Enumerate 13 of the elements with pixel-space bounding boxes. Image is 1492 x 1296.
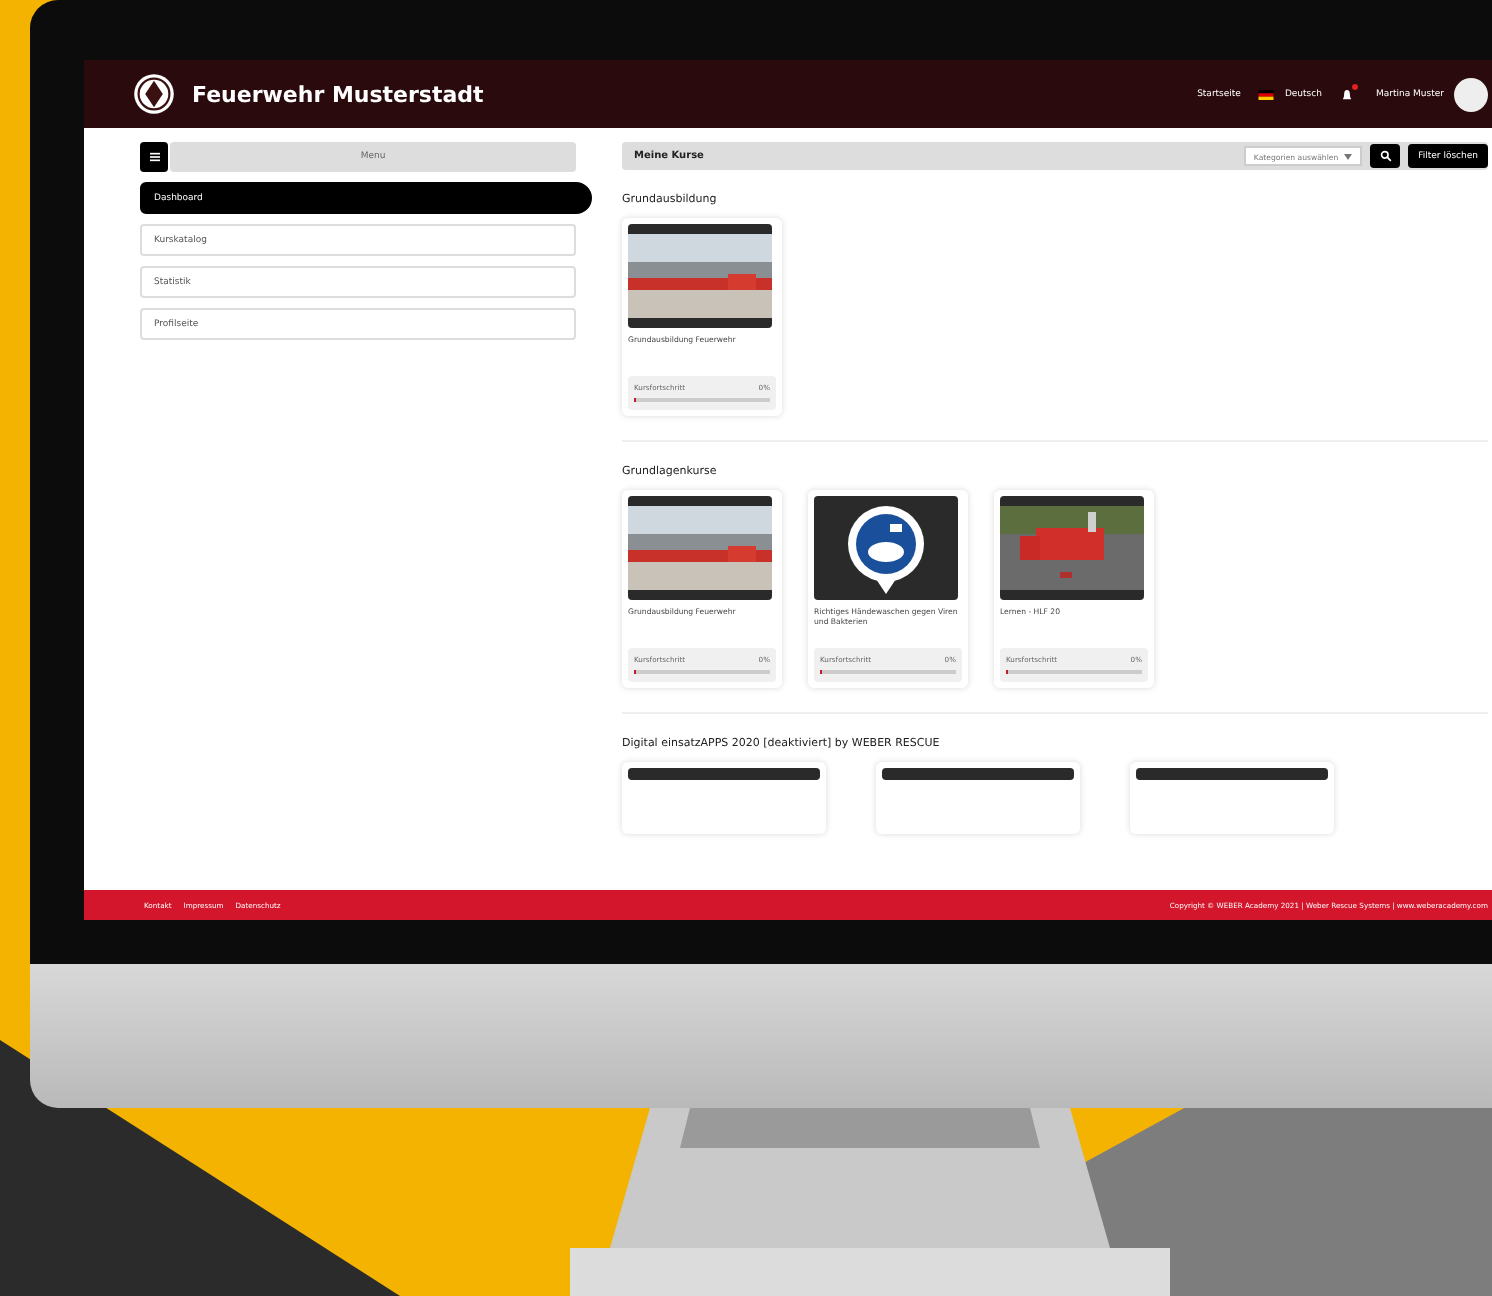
search-icon <box>1379 150 1392 162</box>
emblem-icon <box>132 72 176 116</box>
menu-icon <box>149 152 159 162</box>
course-card[interactable] <box>622 762 826 834</box>
avatar-icon[interactable] <box>1454 77 1488 111</box>
site-title: Feuerwehr Musterstadt <box>192 81 484 107</box>
bell-icon[interactable] <box>1339 87 1354 101</box>
caret-icon <box>1344 153 1353 159</box>
course-card[interactable] <box>1130 762 1334 834</box>
flag-icon <box>1258 89 1275 99</box>
course-card[interactable] <box>876 762 1080 834</box>
menu-button[interactable] <box>140 142 168 172</box>
search-button[interactable] <box>1370 144 1401 168</box>
